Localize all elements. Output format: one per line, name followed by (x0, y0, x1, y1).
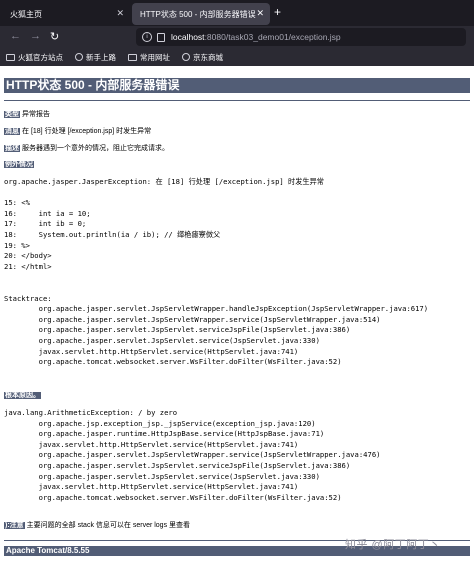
page-title: HTTP状态 500 - 内部服务器错误 (4, 78, 470, 93)
note-label: ):注意 (4, 522, 25, 529)
root-cause-label: 根本原因。 (4, 392, 41, 399)
folder-icon (128, 53, 137, 61)
description-label: 描述 (4, 145, 20, 152)
back-arrow-icon[interactable]: ← (10, 30, 21, 42)
type-value: 异常报告 (22, 111, 50, 118)
close-icon[interactable]: ✕ (116, 8, 124, 19)
url-text: localhost:8080/task03_demo01/exception.j… (171, 32, 341, 42)
bookmark-common-sites[interactable]: 常用网址 (128, 52, 170, 63)
bookmark-getting-started[interactable]: 新手上路 (75, 52, 116, 63)
watermark: 知乎 @阿丁阿丁丶 (345, 539, 441, 551)
page-content: HTTP状态 500 - 内部服务器错误 类型 异常报告 消息在 [18] 行处理… (0, 66, 474, 567)
bookmark-firefox-official[interactable]: 火狐官方站点 (6, 52, 63, 63)
description-value: 服务器遇到一个意外的情况，阻止它完成请求。 (22, 145, 169, 152)
bookmark-label: 京东商城 (193, 52, 223, 62)
tab-strip: 火狐主页 ✕ HTTP状态 500 - 内部服务器错误 ✕ + (0, 0, 474, 26)
navigation-bar: ← → ↻ i localhost:8080/task03_demo01/exc… (0, 26, 474, 48)
globe-icon (182, 53, 190, 61)
tab-error-page[interactable]: HTTP状态 500 - 内部服务器错误 ✕ (132, 3, 270, 25)
forward-arrow-icon[interactable]: → (30, 30, 41, 42)
new-tab-icon[interactable]: + (274, 5, 281, 19)
note-row: ):注意 主要问题的全部 stack 信息可以在 server logs 里查看 (4, 520, 190, 530)
message-value: 在 [18] 行处理 [/exception.jsp] 时发生异常 (22, 128, 152, 135)
type-row: 类型 异常报告 (4, 109, 50, 119)
root-cause-stacktrace: java.lang.ArithmeticException: / by zero… (4, 408, 381, 502)
type-label: 类型 (4, 111, 20, 118)
bookmark-jd-mall[interactable]: 京东商城 (182, 52, 223, 63)
exception-label: 例外情况 (4, 161, 34, 168)
tab-label: 火狐主页 (10, 9, 42, 19)
tab-firefox-home[interactable]: 火狐主页 ✕ (4, 4, 130, 24)
exception-row: 例外情况 (4, 159, 36, 169)
note-value: 主要问题的全部 stack 信息可以在 server logs 里查看 (26, 522, 191, 529)
close-icon[interactable]: ✕ (256, 8, 264, 19)
folder-icon (6, 53, 15, 61)
message-label: 消息 (4, 128, 20, 135)
bookmark-label: 火狐官方站点 (18, 52, 63, 62)
description-row: 描述 服务器遇到一个意外的情况，阻止它完成请求。 (4, 143, 169, 153)
reload-icon[interactable]: ↻ (50, 30, 59, 43)
url-host: localhost (171, 32, 205, 42)
firefox-icon (75, 53, 83, 61)
page-icon (157, 32, 165, 42)
divider (4, 100, 470, 101)
url-path: :8080/task03_demo01/exception.jsp (204, 32, 341, 42)
root-cause-row: 根本原因。 (4, 390, 43, 400)
bookmarks-bar: 火狐官方站点 新手上路 常用网址 京东商城 (0, 48, 474, 66)
bookmark-label: 常用网址 (140, 52, 170, 62)
address-bar[interactable]: i localhost:8080/task03_demo01/exception… (136, 28, 466, 46)
bookmark-label: 新手上路 (86, 52, 116, 62)
exception-stacktrace: org.apache.jasper.JasperException: 在 [18… (4, 177, 429, 367)
message-row: 消息在 [18] 行处理 [/exception.jsp] 时发生异常 (4, 126, 151, 136)
tab-label: HTTP状态 500 - 内部服务器错误 (140, 9, 256, 19)
info-icon[interactable]: i (142, 32, 152, 42)
